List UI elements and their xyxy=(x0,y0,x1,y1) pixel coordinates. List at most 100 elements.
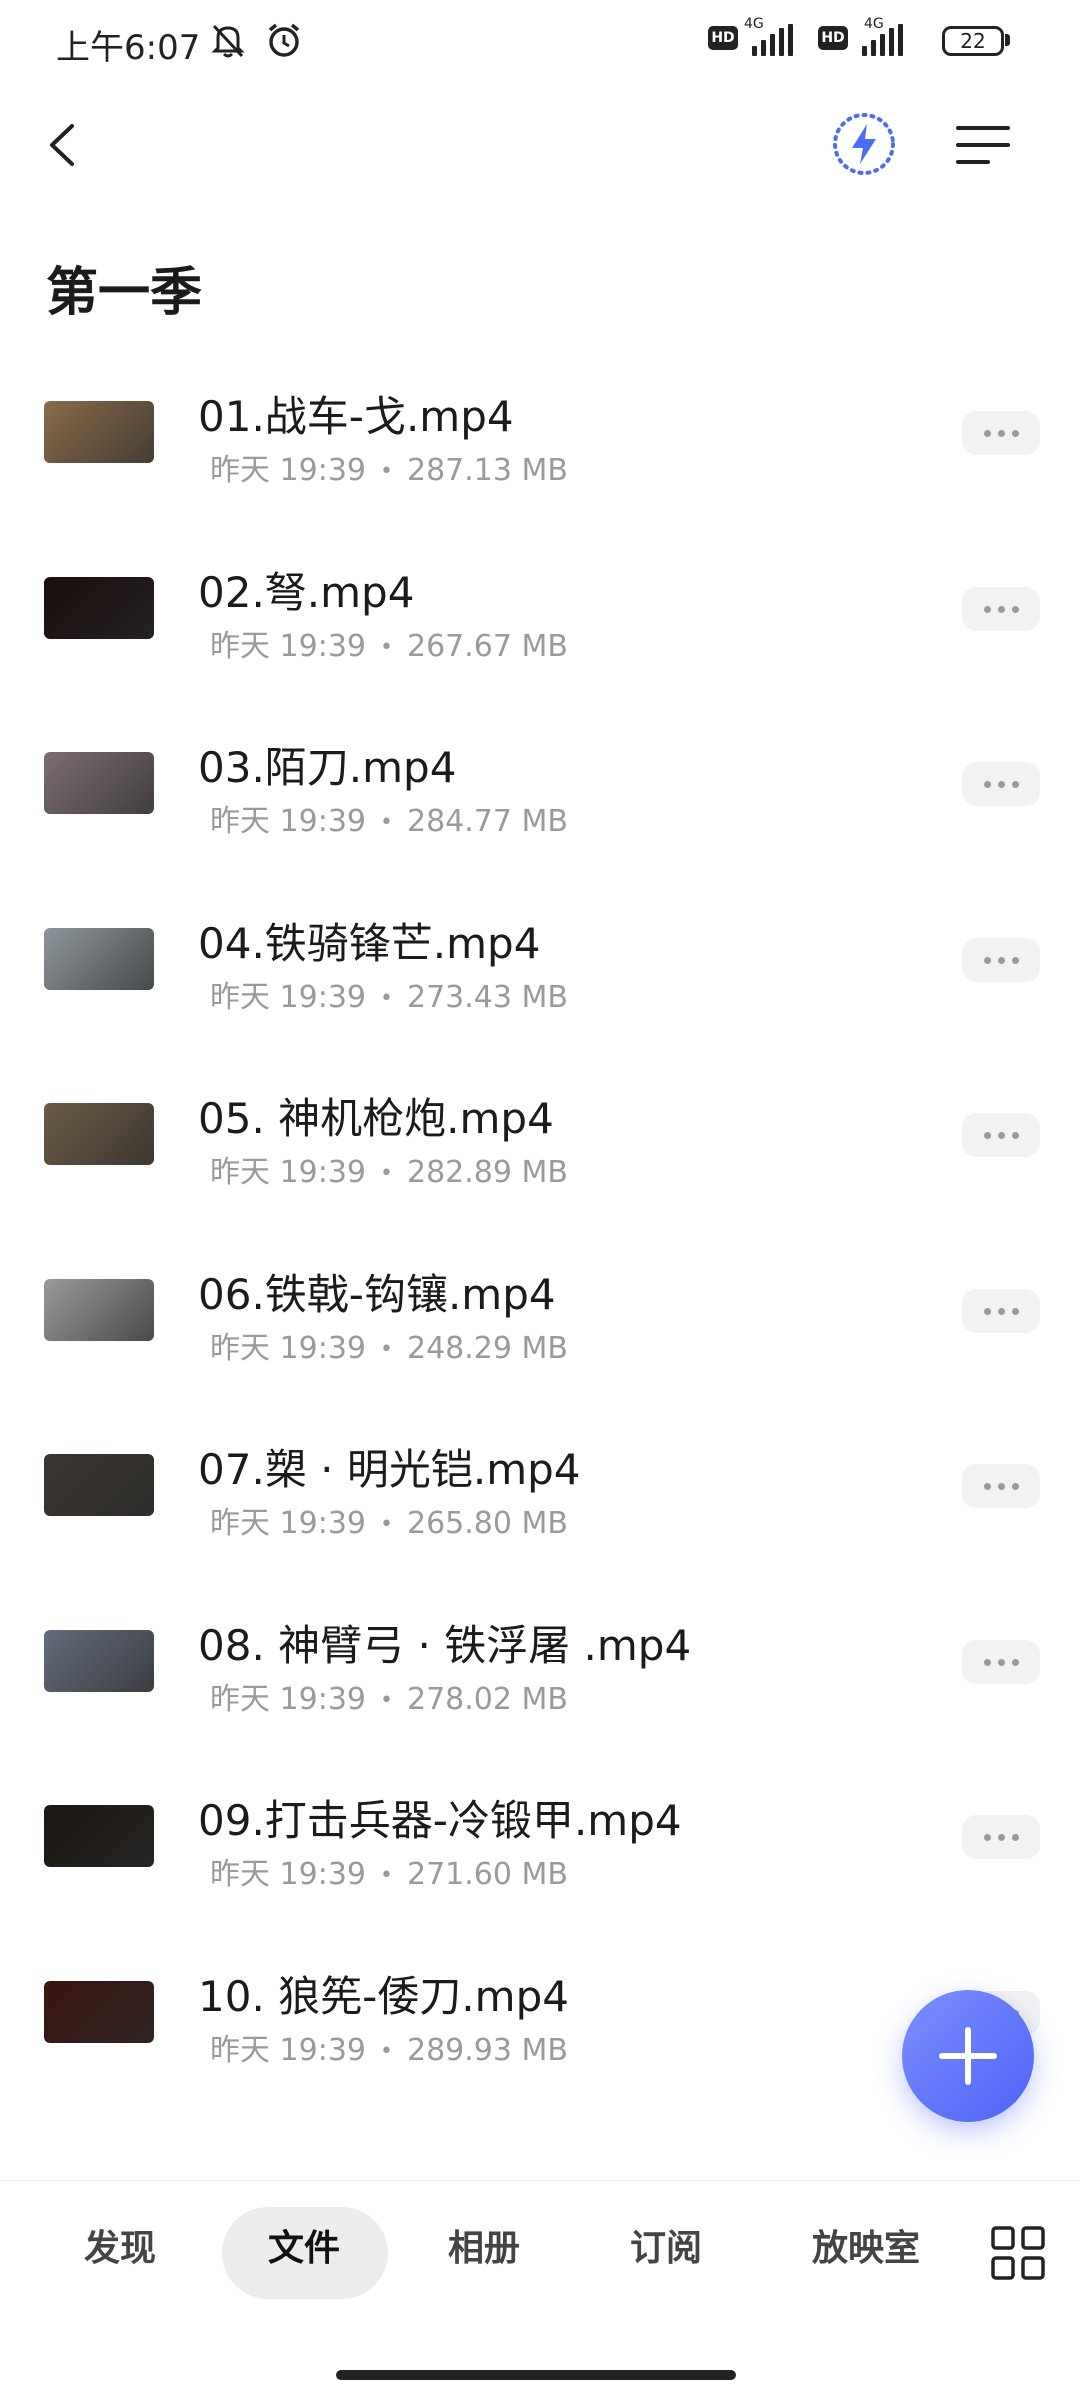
file-time: 昨天 19:39 xyxy=(210,453,366,488)
separator-dot: • xyxy=(380,985,393,1011)
video-thumbnail xyxy=(44,1278,154,1341)
dot-icon xyxy=(984,781,991,788)
more-options-button[interactable] xyxy=(962,586,1040,631)
file-meta: 昨天 19:39 • 278.02 MB xyxy=(210,1674,568,1718)
more-options-button[interactable] xyxy=(962,1815,1040,1859)
more-options-button[interactable] xyxy=(962,1464,1040,1508)
file-name: 10. 狼筅-倭刀.mp4 xyxy=(198,1971,569,2021)
file-name: 04.铁骑锋芒.mp4 xyxy=(198,918,541,968)
more-options-button[interactable] xyxy=(962,1639,1040,1684)
file-name: 05. 神机枪炮.mp4 xyxy=(198,1094,554,1143)
page-title: 第一季 xyxy=(46,263,203,323)
dot-icon xyxy=(998,1132,1005,1139)
dot-icon xyxy=(1012,1658,1019,1666)
file-size: 248.29 MB xyxy=(406,1330,568,1366)
dot-icon xyxy=(1012,605,1019,613)
tab-album[interactable]: 相册 xyxy=(448,2219,520,2271)
more-options-button[interactable] xyxy=(962,1113,1040,1157)
file-size: 289.93 MB xyxy=(406,2032,568,2068)
file-time: 昨天 19:39 xyxy=(210,628,366,664)
file-size: 265.80 MB xyxy=(406,1506,568,1541)
file-time: 昨天 19:39 xyxy=(210,1330,366,1366)
plus-icon xyxy=(939,2027,997,2085)
top-bar xyxy=(0,100,1080,190)
dot-icon xyxy=(1012,430,1019,437)
file-name: 03.陌刀.mp4 xyxy=(198,743,457,792)
dot-icon xyxy=(998,956,1005,964)
dot-icon xyxy=(1012,956,1019,964)
lightning-icon[interactable] xyxy=(828,108,900,180)
dot-icon xyxy=(984,605,991,613)
file-row[interactable]: 03.陌刀.mp4 昨天 19:39 • 284.77 MB xyxy=(0,706,1080,882)
file-row[interactable]: 09.打击兵器-冷锻甲.mp4 昨天 19:39 • 271.60 MB xyxy=(0,1759,1080,1935)
dot-icon xyxy=(984,1132,991,1139)
signal-icon xyxy=(752,24,793,56)
apps-grid-icon[interactable] xyxy=(990,2225,1046,2281)
bottom-nav: 发现 文件 相册 订阅 放映室 xyxy=(0,2180,1080,2320)
file-name: 08. 神臂弓 · 铁浮屠 .mp4 xyxy=(198,1620,692,1670)
file-name: 06.铁戟-钩镶.mp4 xyxy=(198,1269,556,1319)
file-row[interactable]: 05. 神机枪炮.mp4 昨天 19:39 • 282.89 MB xyxy=(0,1057,1080,1233)
file-row[interactable]: 02.弩.mp4 昨天 19:39 • 267.67 MB xyxy=(0,531,1080,707)
hd-badge: HD xyxy=(708,26,738,50)
file-meta: 昨天 19:39 • 284.77 MB xyxy=(210,796,568,840)
file-time: 昨天 19:39 xyxy=(210,1155,366,1190)
file-time: 昨天 19:39 xyxy=(210,1681,366,1717)
dot-icon xyxy=(1012,1307,1019,1315)
file-name: 01.战车-戈.mp4 xyxy=(198,392,514,441)
tab-discover[interactable]: 发现 xyxy=(84,2219,156,2271)
separator-dot: • xyxy=(380,1336,393,1362)
mute-bell-icon xyxy=(211,24,245,58)
separator-dot: • xyxy=(380,1687,393,1713)
video-thumbnail xyxy=(44,927,154,990)
home-indicator xyxy=(336,2370,736,2380)
file-time: 昨天 19:39 xyxy=(210,804,366,839)
file-name: 02.弩.mp4 xyxy=(198,567,415,617)
file-meta: 昨天 19:39 • 273.43 MB xyxy=(210,972,568,1016)
dot-icon xyxy=(998,1483,1005,1490)
dot-icon xyxy=(984,1834,991,1841)
file-row[interactable]: 01.战车-戈.mp4 昨天 19:39 • 287.13 MB xyxy=(0,355,1080,531)
file-name: 07.槊 · 明光铠.mp4 xyxy=(198,1445,581,1494)
more-options-button[interactable] xyxy=(962,411,1040,455)
more-options-button[interactable] xyxy=(962,937,1040,982)
file-size: 284.77 MB xyxy=(406,804,568,839)
alarm-clock-icon xyxy=(268,23,300,57)
sort-menu-icon[interactable] xyxy=(954,120,1012,170)
status-bar: 上午6:07 HD 4G HD 4G 22 xyxy=(0,0,1080,84)
dot-icon xyxy=(998,1834,1005,1841)
dot-icon xyxy=(984,430,991,437)
tab-subscribe[interactable]: 订阅 xyxy=(630,2219,702,2271)
file-size: 271.60 MB xyxy=(406,1857,568,1892)
video-thumbnail xyxy=(44,1629,154,1692)
file-row[interactable]: 08. 神臂弓 · 铁浮屠 .mp4 昨天 19:39 • 278.02 MB xyxy=(0,1584,1080,1760)
tab-files[interactable]: 文件 xyxy=(268,2219,340,2271)
file-time: 昨天 19:39 xyxy=(210,1857,366,1892)
dot-icon xyxy=(998,781,1005,788)
chevron-left-icon[interactable] xyxy=(38,118,92,172)
file-size: 278.02 MB xyxy=(406,1681,568,1717)
file-meta: 昨天 19:39 • 248.29 MB xyxy=(210,1323,568,1367)
add-button[interactable] xyxy=(902,1990,1034,2122)
file-row[interactable]: 06.铁戟-钩镶.mp4 昨天 19:39 • 248.29 MB xyxy=(0,1233,1080,1409)
file-meta: 昨天 19:39 • 267.67 MB xyxy=(210,621,568,665)
file-size: 273.43 MB xyxy=(406,979,568,1015)
file-row[interactable]: 04.铁骑锋芒.mp4 昨天 19:39 • 273.43 MB xyxy=(0,882,1080,1058)
dot-icon xyxy=(1012,781,1019,788)
more-options-button[interactable] xyxy=(962,1288,1040,1333)
battery-icon: 22 xyxy=(942,26,1004,56)
separator-dot: • xyxy=(380,1863,393,1888)
video-thumbnail xyxy=(44,576,154,639)
dot-icon xyxy=(998,430,1005,437)
more-options-button[interactable] xyxy=(962,762,1040,806)
battery-tip xyxy=(1005,34,1010,46)
tab-theater[interactable]: 放映室 xyxy=(812,2219,920,2271)
dot-icon xyxy=(998,1658,1005,1666)
video-thumbnail xyxy=(44,401,154,463)
separator-dot: • xyxy=(380,2038,393,2064)
file-row[interactable]: 07.槊 · 明光铠.mp4 昨天 19:39 • 265.80 MB xyxy=(0,1408,1080,1584)
file-time: 昨天 19:39 xyxy=(210,2032,366,2068)
video-thumbnail xyxy=(44,1454,154,1516)
signal-icon xyxy=(862,24,903,56)
file-size: 287.13 MB xyxy=(406,453,568,488)
